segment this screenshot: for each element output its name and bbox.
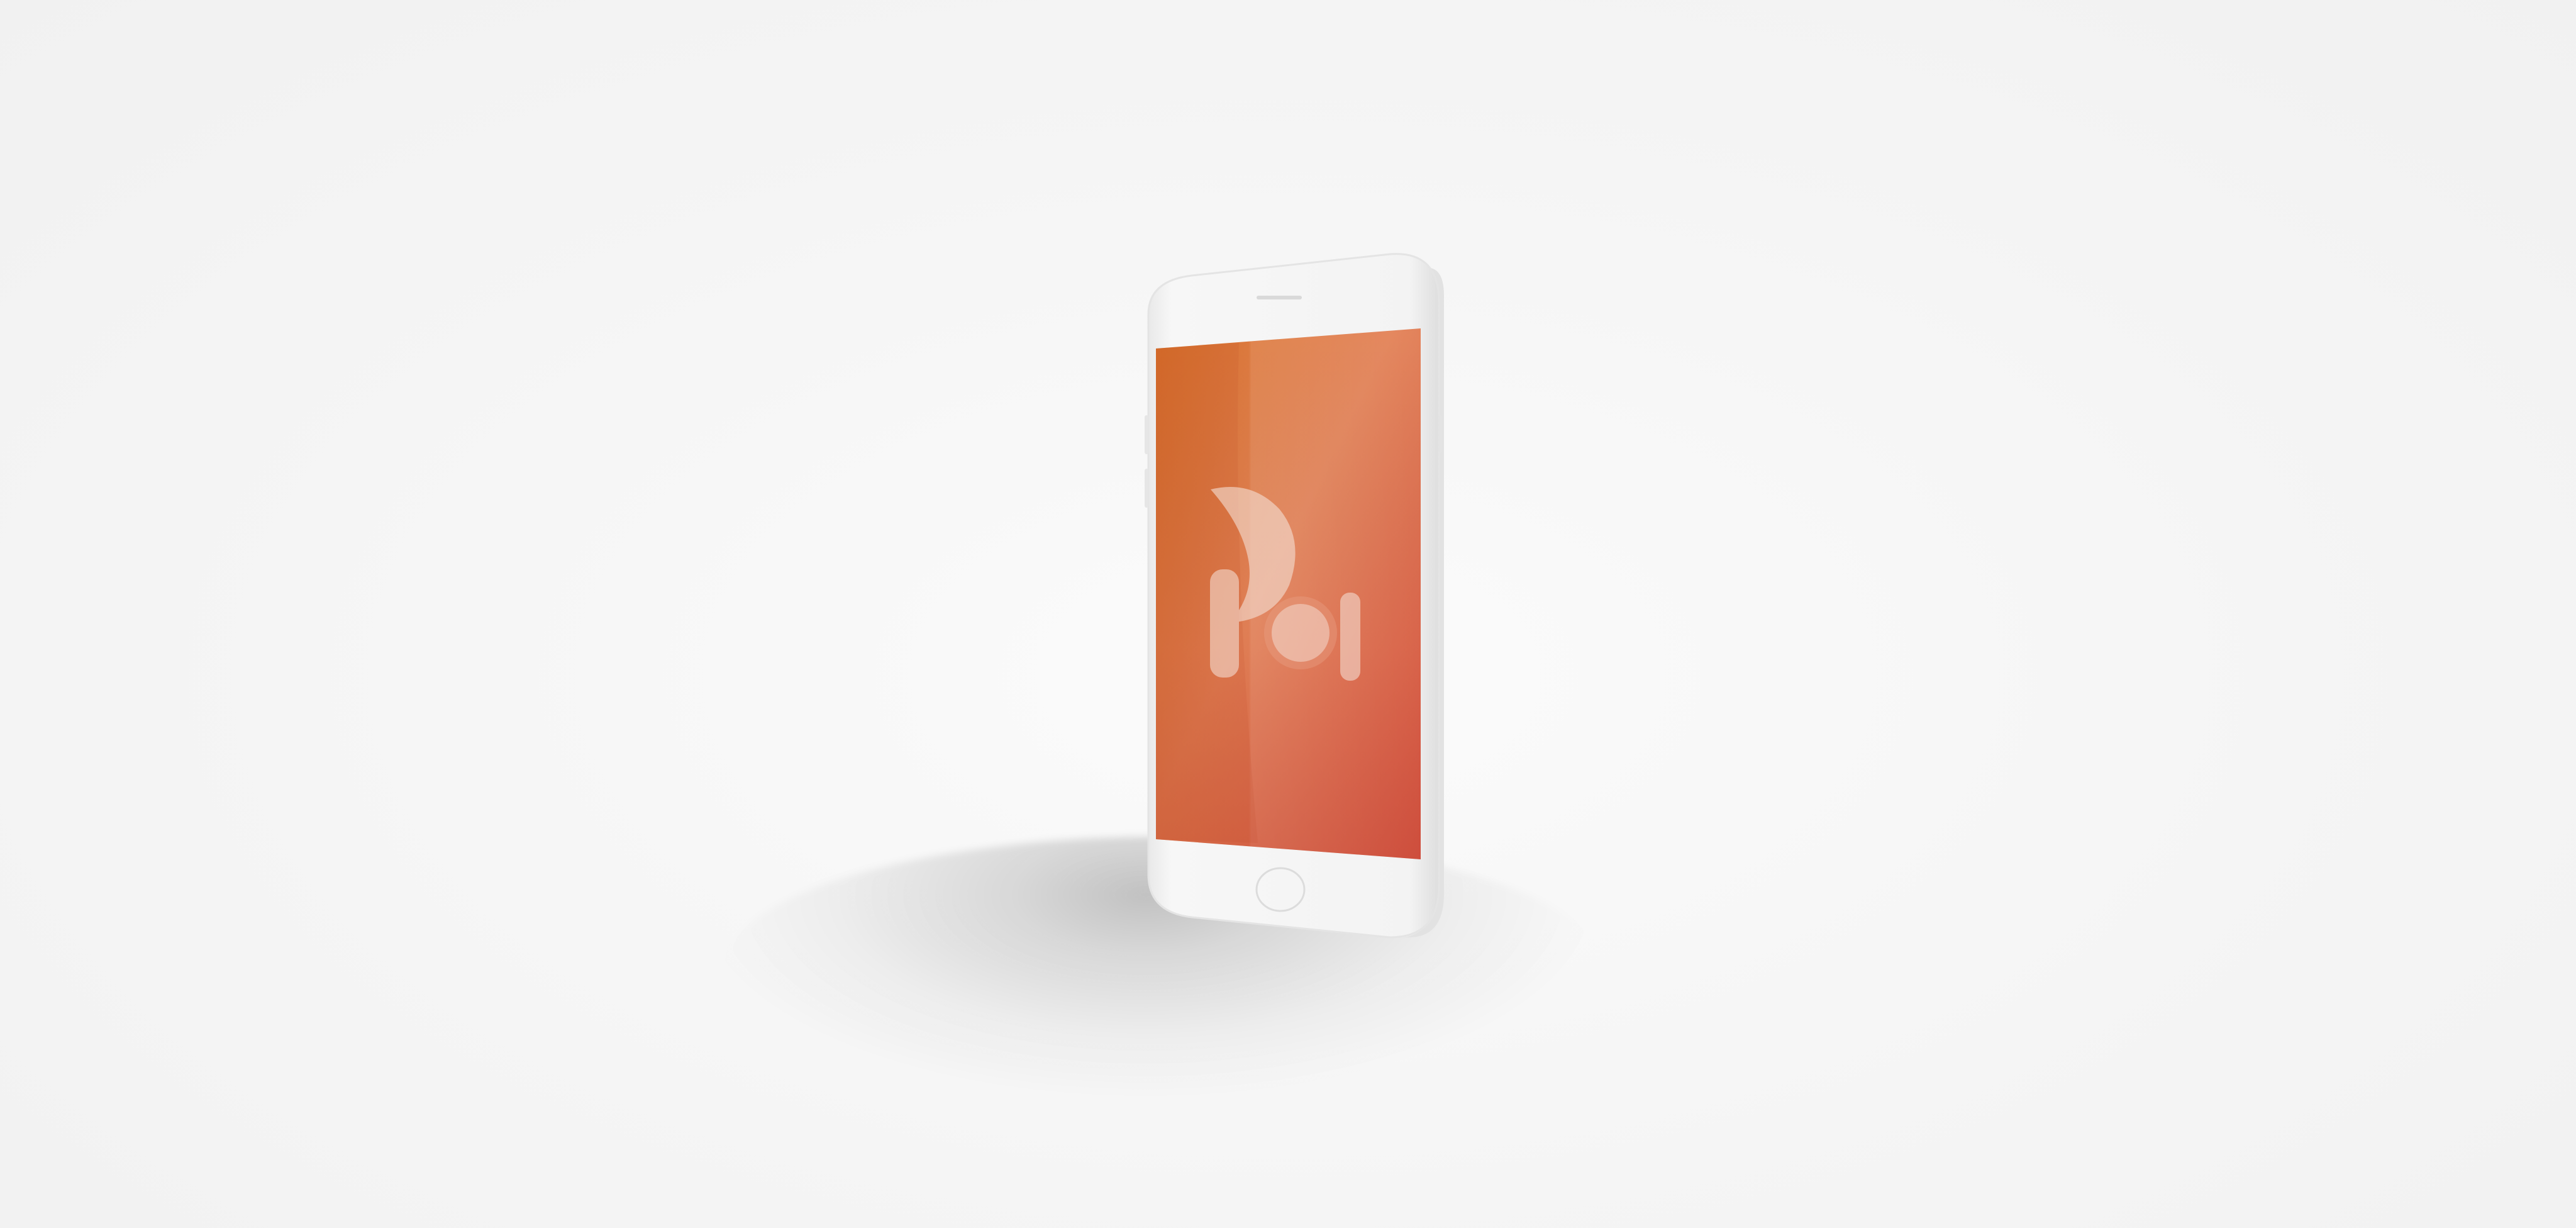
earpiece-speaker <box>1257 296 1302 299</box>
volume-up-button <box>1145 415 1148 454</box>
phone-screen <box>1156 328 1421 859</box>
volume-down-button <box>1145 469 1148 508</box>
power-button <box>1438 415 1442 453</box>
phone-mockup <box>1145 253 1444 939</box>
